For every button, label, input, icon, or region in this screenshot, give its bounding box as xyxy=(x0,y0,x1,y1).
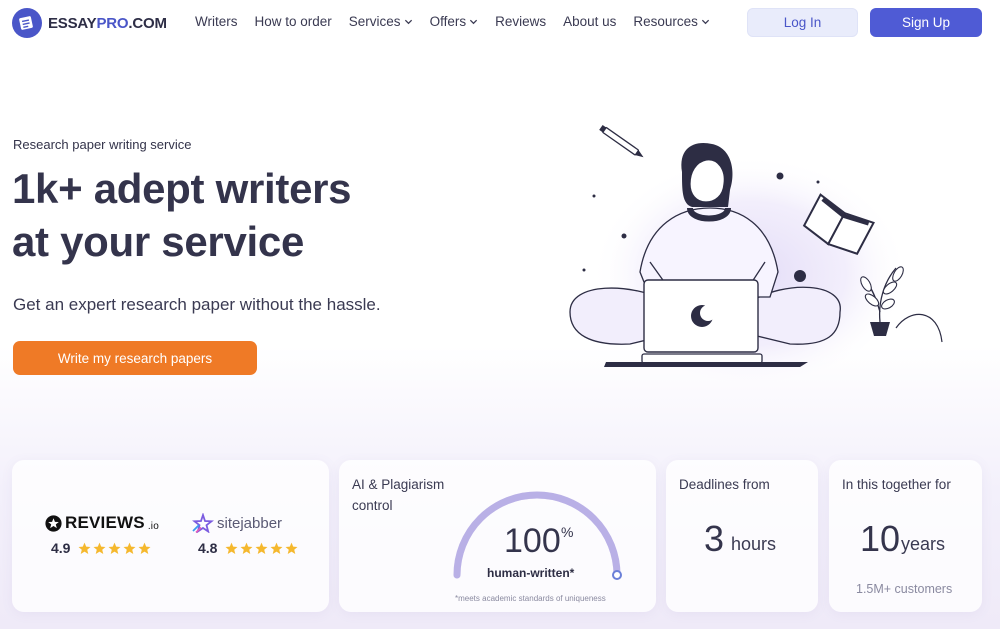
reviews-io-logo: REVIEWS .io xyxy=(45,512,159,534)
nav-writers[interactable]: Writers xyxy=(195,14,238,29)
rating-stars xyxy=(225,542,298,555)
page-title: 1k+ adept writers at your service xyxy=(12,162,352,268)
deadlines-card: Deadlines from 3 hours xyxy=(666,460,818,612)
nav-how-to-order[interactable]: How to order xyxy=(255,14,332,29)
sitejabber-rating[interactable]: sitejabber 4.8 xyxy=(192,512,298,556)
star-badge-icon xyxy=(45,514,62,532)
hero-illustration xyxy=(569,124,943,382)
rating-stars xyxy=(78,542,151,555)
logo-icon xyxy=(12,8,42,38)
signup-button[interactable]: Sign Up xyxy=(870,8,982,37)
nav-services[interactable]: Services xyxy=(349,14,413,29)
customers-count: 1.5M+ customers xyxy=(856,582,953,596)
nav-reviews[interactable]: Reviews xyxy=(495,14,546,29)
reviews-card: REVIEWS .io 4.9 sitejabber 4.8 xyxy=(12,460,329,612)
nav-about-us[interactable]: About us xyxy=(563,14,616,29)
star-icon xyxy=(225,542,238,554)
star-icon xyxy=(270,542,283,554)
chevron-down-icon xyxy=(469,19,478,25)
star-icon xyxy=(78,542,91,554)
years-card: In this together for 10 years 1.5M+ cust… xyxy=(829,460,982,612)
nav-resources[interactable]: Resources xyxy=(633,14,710,29)
card-label: In this together for xyxy=(842,477,951,492)
hero-kicker: Research paper writing service xyxy=(13,137,192,152)
years-unit: years xyxy=(901,534,946,554)
chevron-down-icon xyxy=(404,19,412,25)
hero-subtitle: Get an expert research paper without the… xyxy=(13,295,381,314)
deadline-unit: hours xyxy=(731,534,777,554)
title-line-1: 1k+ adept writers xyxy=(12,165,352,212)
nav-offers[interactable]: Offers xyxy=(430,14,479,29)
human-written-caption: human-written* xyxy=(487,566,575,580)
star-icon xyxy=(123,542,136,554)
rating-score: 4.9 xyxy=(51,540,71,556)
uniqueness-value: 100 xyxy=(504,522,561,560)
fine-print: *meets academic standards of uniqueness xyxy=(455,594,606,603)
percent-sign: % xyxy=(561,524,574,540)
star-icon xyxy=(285,542,298,554)
shooting-star-icon xyxy=(192,513,214,533)
pencil-icon xyxy=(599,124,644,158)
card-label: AI & Plagiarism control xyxy=(352,477,445,513)
years-value: 10 xyxy=(860,518,901,559)
ai-plagiarism-card: AI & Plagiarism control 100 % human-writ… xyxy=(339,460,656,612)
logo-text: ESSAYPRO.COM xyxy=(48,14,167,32)
logo[interactable]: ESSAYPRO.COM xyxy=(12,8,167,38)
deadline-value: 3 xyxy=(704,518,725,559)
chevron-down-icon xyxy=(701,19,710,25)
site-header: ESSAYPRO.COM Writers How to order Servic… xyxy=(0,0,1000,46)
write-papers-button[interactable]: Write my research papers xyxy=(13,341,257,375)
main-nav: Writers How to order Services Offers Rev… xyxy=(195,14,710,29)
reviews-io-rating[interactable]: REVIEWS .io 4.9 xyxy=(45,512,159,556)
star-icon xyxy=(240,542,253,554)
star-icon xyxy=(93,542,106,554)
title-line-2: at your service xyxy=(12,218,305,265)
card-label: Deadlines from xyxy=(679,477,770,492)
star-icon xyxy=(108,542,121,554)
sitejabber-logo: sitejabber xyxy=(192,512,298,534)
rating-score: 4.8 xyxy=(198,540,218,556)
star-icon xyxy=(255,542,268,554)
star-icon xyxy=(138,542,151,554)
login-button[interactable]: Log In xyxy=(747,8,858,37)
